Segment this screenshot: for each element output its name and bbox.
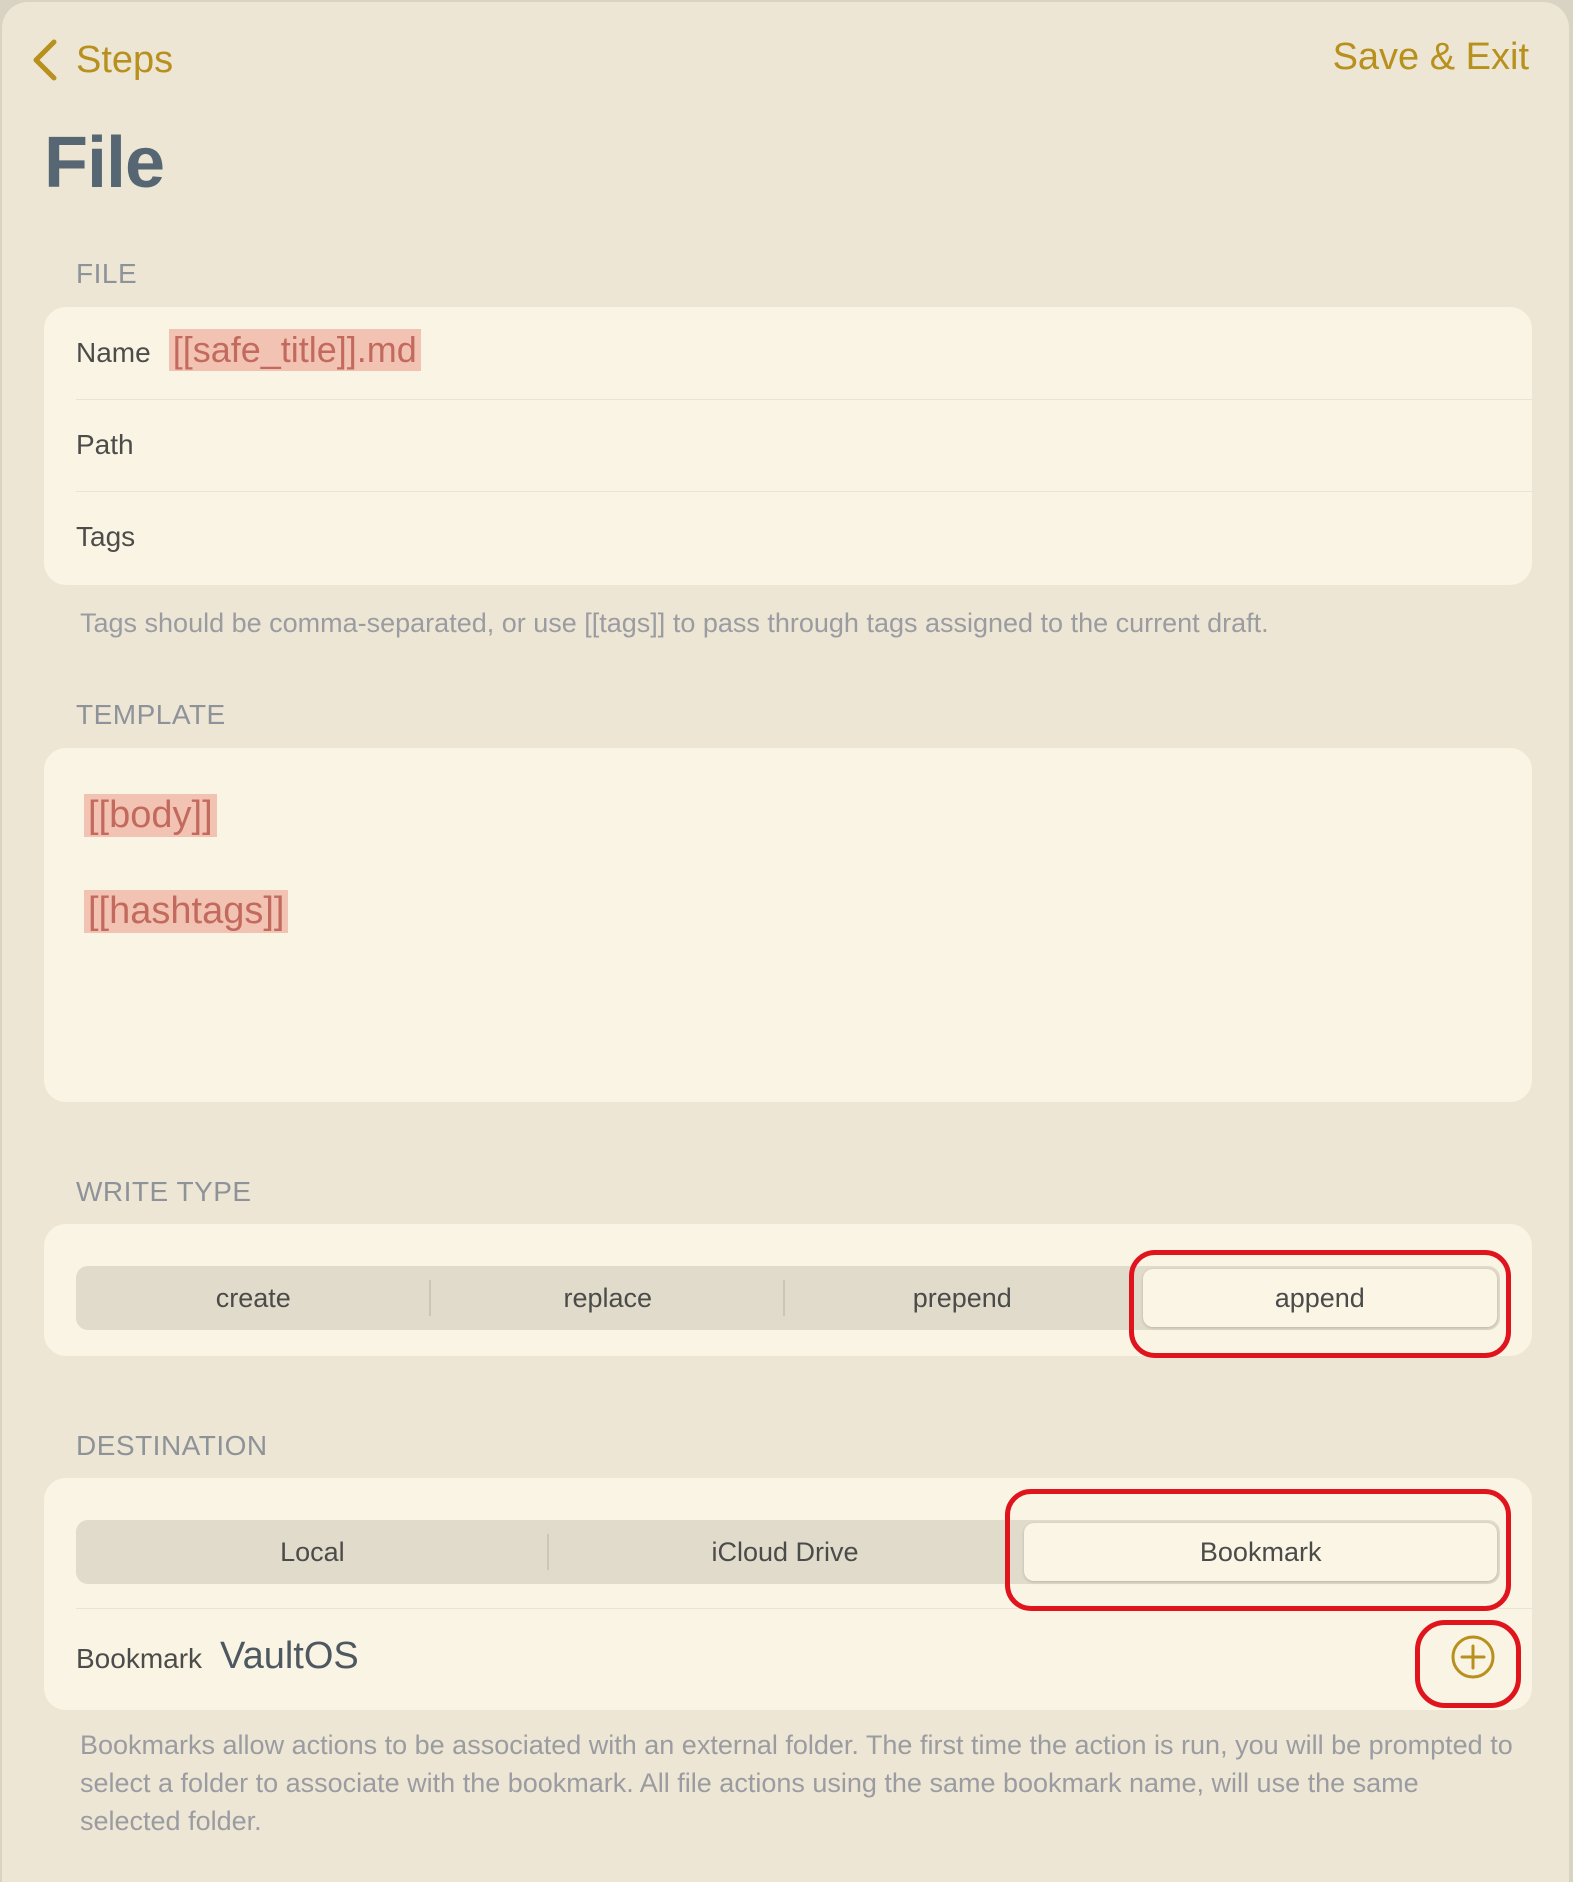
destination-segmented-control[interactable]: Local iCloud Drive Bookmark [76, 1520, 1500, 1584]
name-label: Name [76, 337, 151, 368]
template-editor[interactable]: [[body]] [[hashtags]] [44, 748, 1532, 1102]
navigation-bar: Steps Save & Exit [2, 2, 1569, 112]
write-type-prepend[interactable]: prepend [785, 1266, 1140, 1330]
tags-label: Tags [76, 521, 136, 552]
file-section-header: FILE [76, 258, 138, 289]
destination-local[interactable]: Local [76, 1520, 549, 1584]
destination-icloud-drive[interactable]: iCloud Drive [549, 1520, 1022, 1584]
name-row[interactable]: Name [[safe_title]].md [44, 307, 1532, 399]
write-type-card: create replace prepend append [44, 1224, 1532, 1356]
bookmark-footnote: Bookmarks allow actions to be associated… [80, 1730, 1513, 1836]
write-type-create[interactable]: create [76, 1266, 431, 1330]
write-type-append[interactable]: append [1142, 1269, 1497, 1327]
save-exit-button[interactable]: Save & Exit [1333, 36, 1529, 79]
path-row[interactable]: Path [44, 399, 1532, 491]
destination-bookmark[interactable]: Bookmark [1024, 1523, 1498, 1581]
tags-row[interactable]: Tags [44, 491, 1532, 583]
bookmark-name-field[interactable]: VaultOS [220, 1635, 359, 1678]
tags-footnote: Tags should be comma-separated, or use [… [80, 608, 1269, 638]
write-type-section-header: WRITE TYPE [76, 1176, 252, 1207]
back-button-label: Steps [76, 38, 174, 81]
template-line: [[body]] [84, 794, 217, 837]
back-button[interactable]: Steps [28, 34, 173, 86]
file-card: Name [[safe_title]].md Path Tags [44, 307, 1532, 585]
sheet: Steps Save & Exit File FILE Name [[safe_… [2, 2, 1569, 1882]
template-section-header: TEMPLATE [76, 699, 226, 730]
write-type-segmented-control[interactable]: create replace prepend append [76, 1266, 1500, 1330]
bookmark-label: Bookmark [76, 1643, 203, 1674]
path-label: Path [76, 429, 134, 460]
page-title: File [44, 123, 165, 203]
plus-circle-icon[interactable] [1450, 1634, 1496, 1680]
destination-section-header: DESTINATION [76, 1430, 268, 1461]
destination-card: Local iCloud Drive Bookmark Bookmark Vau… [44, 1478, 1532, 1710]
name-field[interactable]: [[safe_title]].md [168, 329, 421, 371]
chevron-left-icon [33, 39, 57, 81]
template-line: [[hashtags]] [84, 890, 289, 933]
bookmark-row[interactable]: Bookmark VaultOS [76, 1608, 1532, 1709]
write-type-replace[interactable]: replace [431, 1266, 786, 1330]
